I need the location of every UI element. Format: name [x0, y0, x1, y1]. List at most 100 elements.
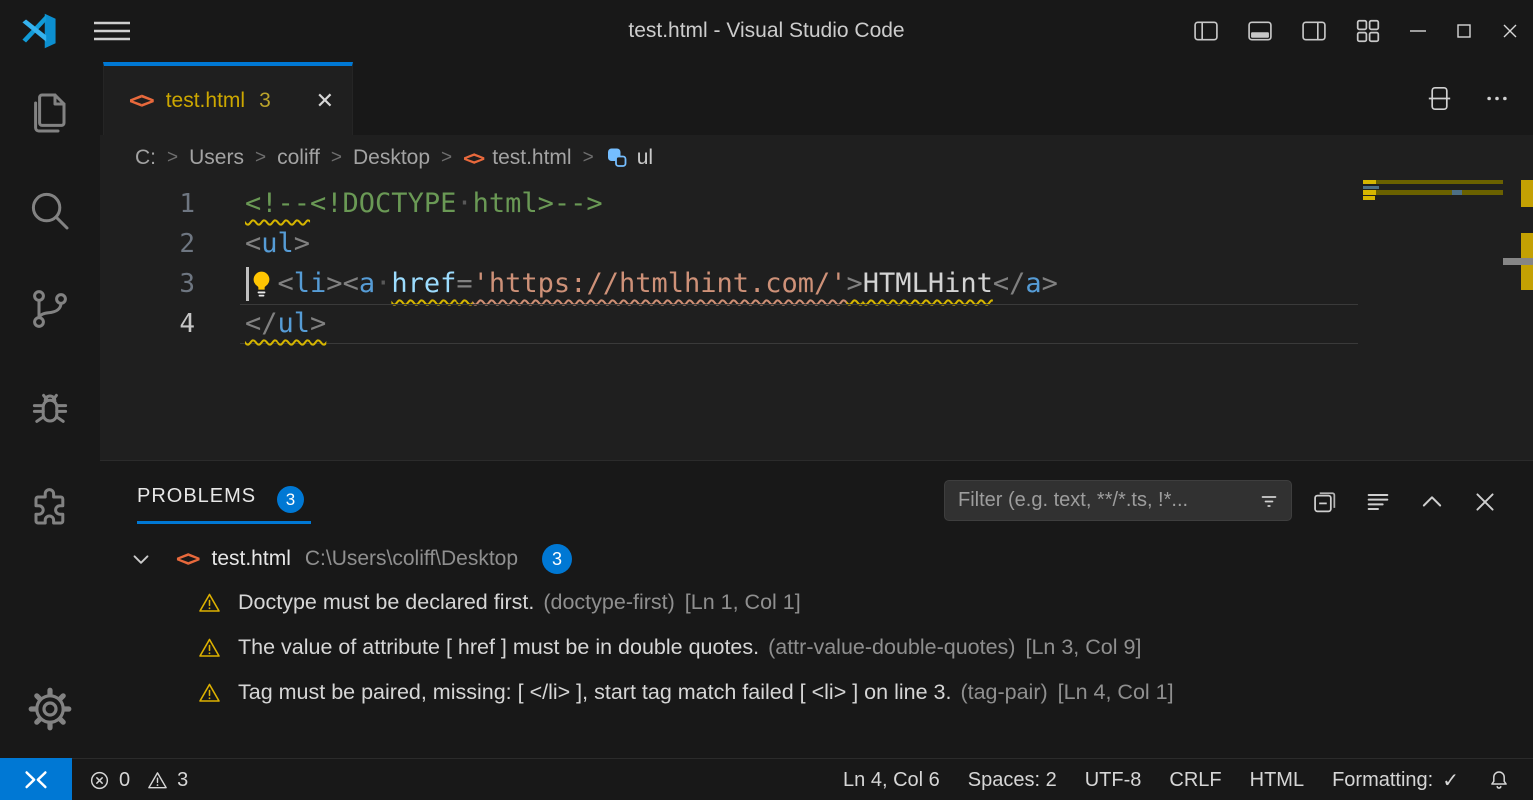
code-line-4[interactable]: 4</ul> — [100, 304, 1533, 344]
sidebar-item-source-control[interactable] — [0, 270, 100, 348]
editor-actions — [1426, 62, 1511, 135]
line-number: 2 — [100, 224, 195, 264]
problems-tab-active-indicator — [137, 521, 311, 524]
split-editor-button[interactable] — [1426, 85, 1453, 112]
editor-tab-bar: <> test.html 3 ✕ — [100, 62, 1533, 135]
problem-message: The value of attribute [ href ] must be … — [238, 635, 759, 660]
warning-icon — [197, 681, 222, 705]
problem-row-3[interactable]: Tag must be paired, missing: [ </li> ], … — [100, 670, 1533, 715]
view-as-table-button[interactable] — [1311, 488, 1339, 516]
lightbulb-icon[interactable] — [248, 269, 275, 299]
breadcrumb: C:>Users>coliff>Desktop><>test.html> ul — [100, 135, 1533, 180]
customize-layout-button[interactable] — [1341, 0, 1395, 62]
code-lines: 1<!--<!DOCTYPE·html>-->2 <ul>3 <li><a·hre… — [100, 184, 1533, 344]
code-editor[interactable]: 1<!--<!DOCTYPE·html>-->2 <ul>3 <li><a·hre… — [100, 180, 1533, 460]
minimap[interactable] — [1363, 180, 1503, 210]
problem-rule-code: (tag-pair) — [960, 680, 1047, 705]
symbol-element-icon — [605, 146, 629, 170]
ellipsis-icon — [1483, 85, 1511, 112]
code-line-3[interactable]: 3 <li><a·href='https://htmlhint.com/'>HT… — [100, 264, 1533, 304]
warning-icon — [197, 591, 222, 615]
notifications-button[interactable] — [1473, 759, 1525, 800]
formatting-label: Formatting: — [1332, 769, 1433, 792]
breadcrumb-item-test-html[interactable]: <>test.html — [463, 146, 571, 170]
cursor-position-button[interactable]: Ln 4, Col 6 — [829, 759, 954, 800]
breadcrumb-separator: > — [331, 147, 342, 169]
line-number: 3 — [100, 264, 195, 304]
filter-icon — [1257, 489, 1281, 513]
status-problems-button[interactable]: 0 3 — [88, 759, 196, 800]
toggle-secondary-sidebar-button[interactable] — [1287, 0, 1341, 62]
breadcrumb-label: C: — [135, 146, 156, 170]
remote-indicator-button[interactable] — [0, 758, 72, 800]
problem-message: Doctype must be declared first. — [238, 590, 534, 615]
minimize-icon — [1406, 19, 1430, 43]
debug-bug-icon — [26, 385, 74, 433]
formatting-check: ✓ — [1442, 768, 1459, 793]
line-content: <ul> — [245, 224, 310, 264]
close-panel-button[interactable] — [1471, 488, 1499, 516]
problem-row-1[interactable]: Doctype must be declared first.(doctype-… — [100, 580, 1533, 625]
scrollbar-marker[interactable] — [1503, 258, 1533, 265]
activity-bar — [0, 62, 100, 758]
maximize-button[interactable] — [1441, 0, 1487, 62]
more-actions-button[interactable] — [1483, 85, 1511, 112]
settings-gear-button[interactable] — [0, 670, 100, 748]
breadcrumb-item-users[interactable]: Users — [189, 146, 244, 170]
formatting-status-button[interactable]: Formatting: ✓ — [1318, 759, 1473, 800]
search-icon — [26, 187, 74, 235]
tab-test-html[interactable]: <> test.html 3 ✕ — [103, 62, 353, 135]
encoding-button[interactable]: UTF-8 — [1071, 759, 1156, 800]
status-bar-right: Ln 4, Col 6 Spaces: 2 UTF-8 CRLF HTML Fo… — [829, 759, 1525, 800]
breadcrumb-separator: > — [441, 147, 452, 169]
breadcrumb-label: Users — [189, 146, 244, 170]
problem-row-2[interactable]: The value of attribute [ href ] must be … — [100, 625, 1533, 670]
breadcrumb-separator: > — [583, 147, 594, 169]
problems-file-path: C:\Users\coliff\Desktop — [305, 547, 518, 571]
close-icon — [1471, 488, 1499, 516]
indentation-button[interactable]: Spaces: 2 — [954, 759, 1071, 800]
filter-input[interactable]: Filter (e.g. text, **/*.ts, !*... — [958, 489, 1257, 512]
sidebar-item-extensions[interactable] — [0, 468, 100, 546]
close-window-button[interactable] — [1487, 0, 1533, 62]
html-file-icon: <> — [176, 547, 199, 572]
sidebar-item-explorer[interactable] — [0, 74, 100, 152]
warning-count: 3 — [177, 769, 188, 792]
warning-icon — [197, 636, 222, 660]
remote-icon — [21, 765, 51, 795]
overview-ruler[interactable] — [1521, 180, 1533, 460]
html-file-icon: <> — [129, 88, 153, 114]
breadcrumb-item-ul[interactable]: ul — [605, 146, 653, 170]
layout-sidebar-left-icon — [1192, 19, 1220, 43]
status-bar: 0 3 Ln 4, Col 6 Spaces: 2 UTF-8 CRLF HTM… — [0, 758, 1533, 800]
maximize-panel-button[interactable] — [1418, 488, 1446, 516]
toggle-panel-button[interactable] — [1233, 0, 1287, 62]
toggle-primary-sidebar-button[interactable] — [1179, 0, 1233, 62]
code-line-1[interactable]: 1<!--<!DOCTYPE·html>--> — [100, 184, 1533, 224]
tab-close-button[interactable]: ✕ — [316, 88, 334, 114]
sidebar-item-search[interactable] — [0, 172, 100, 250]
breadcrumb-item-c-[interactable]: C: — [135, 146, 156, 170]
breadcrumb-item-desktop[interactable]: Desktop — [353, 146, 430, 170]
breadcrumb-item-coliff[interactable]: coliff — [277, 146, 320, 170]
problem-location: [Ln 1, Col 1] — [685, 590, 801, 615]
error-count: 0 — [119, 769, 130, 792]
problems-filter-box[interactable]: Filter (e.g. text, **/*.ts, !*... — [944, 480, 1292, 521]
problems-file-group[interactable]: <> test.html C:\Users\coliff\Desktop 3 — [100, 538, 1533, 580]
tab-problems[interactable]: PROBLEMS — [137, 485, 256, 508]
minimize-button[interactable] — [1395, 0, 1441, 62]
filter-lines-icon — [1364, 488, 1392, 516]
title-bar: test.html - Visual Studio Code — [0, 0, 1533, 62]
code-line-2[interactable]: 2 <ul> — [100, 224, 1533, 264]
chevron-up-icon — [1418, 488, 1446, 516]
collapse-all-button[interactable] — [1364, 488, 1392, 516]
file-problems-count-badge: 3 — [542, 544, 572, 574]
language-mode-button[interactable]: HTML — [1236, 759, 1318, 800]
breadcrumb-separator: > — [167, 147, 178, 169]
line-content: </ul> — [245, 304, 326, 344]
maximize-icon — [1452, 19, 1476, 43]
extensions-puzzle-icon — [26, 483, 74, 531]
eol-button[interactable]: CRLF — [1155, 759, 1235, 800]
sidebar-item-run-debug[interactable] — [0, 370, 100, 448]
problems-panel: PROBLEMS 3 Filter (e.g. text, **/*.ts, !… — [100, 460, 1533, 758]
